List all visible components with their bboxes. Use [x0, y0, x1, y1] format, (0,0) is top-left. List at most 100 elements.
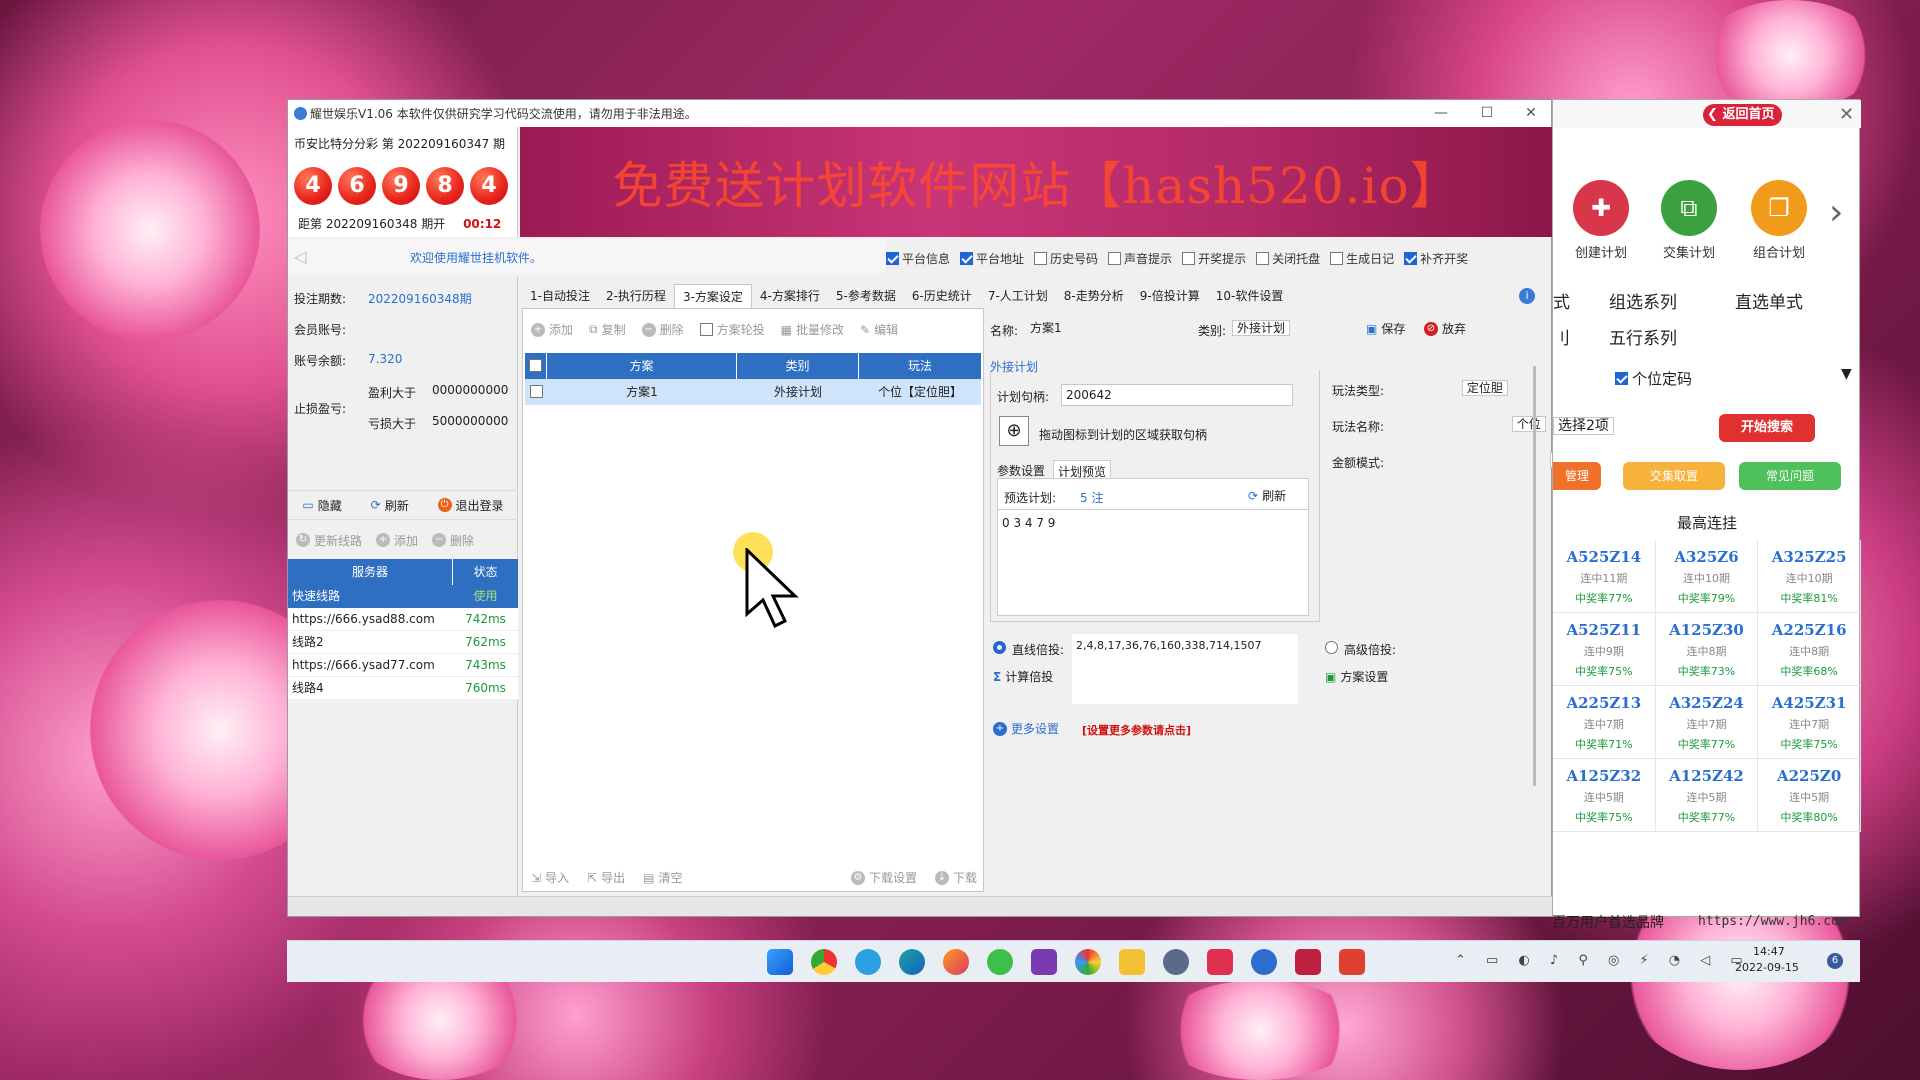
table-row[interactable]: 线路2 762ms — [288, 631, 518, 654]
menu-item[interactable]: 组选系列 — [1609, 288, 1677, 313]
checkbox[interactable] — [1034, 251, 1048, 265]
digit-toggle[interactable]: 个位定码 — [1615, 368, 1692, 389]
side-close-icon[interactable]: ✕ — [1839, 104, 1854, 125]
advanced-radio[interactable] — [1325, 641, 1338, 654]
toggle-sound[interactable]: 声音提示 — [1108, 247, 1172, 269]
list-item[interactable]: A325Z25 连中10期 中奖率81% — [1758, 540, 1861, 613]
handle-input[interactable]: 200642 — [1061, 384, 1293, 406]
delete-line-button[interactable]: − 删除 — [432, 532, 474, 549]
preview-textarea[interactable]: 0 3 4 7 9 — [998, 509, 1308, 615]
add-line-button[interactable]: + 添加 — [376, 532, 418, 549]
download-button[interactable]: ↓ 下载 — [934, 869, 977, 886]
table-row[interactable]: https://666.ysad88.com 742ms — [288, 608, 518, 631]
menu-item[interactable]: 刂 — [1553, 324, 1570, 349]
clock-date[interactable]: 2022-09-15 — [1735, 961, 1799, 974]
discard-button[interactable]: ⊘ 放弃 — [1424, 320, 1466, 337]
add-plan-button[interactable]: + 添加 — [531, 321, 573, 338]
list-item[interactable]: A525Z11 连中9期 中奖率75% — [1553, 613, 1656, 686]
notification-badge[interactable]: 6 — [1827, 953, 1843, 969]
folder-icon[interactable] — [1119, 949, 1145, 975]
tab-params[interactable]: 参数设置 — [997, 462, 1045, 479]
more-settings-button[interactable]: + 更多设置 — [993, 720, 1059, 737]
preview-refresh-button[interactable]: ⟳ 刷新 — [1248, 487, 1286, 504]
select-all-cell[interactable] — [525, 353, 547, 379]
chrome-icon[interactable] — [811, 949, 837, 975]
checkbox[interactable] — [960, 251, 974, 265]
toggle-platform-address[interactable]: 平台地址 — [960, 247, 1024, 269]
import-button[interactable]: ⇲ 导入 — [531, 869, 569, 886]
combine-plan-button[interactable]: ❐ 组合计划 — [1739, 180, 1819, 261]
clock-time[interactable]: 14:47 — [1753, 945, 1785, 958]
checkbox[interactable] — [1615, 372, 1628, 385]
manage-button[interactable]: 管理 — [1553, 462, 1601, 490]
back-home-button[interactable]: ❮ 返回首页 — [1703, 104, 1783, 126]
toggle-close-tray[interactable]: 关闭托盘 — [1256, 247, 1320, 269]
table-row[interactable]: https://666.ysad77.com 743ms — [288, 654, 518, 677]
menu-item[interactable]: 直选单式 — [1735, 288, 1803, 313]
intersect-plan-button[interactable]: ⧉ 交集计划 — [1649, 180, 1729, 261]
edge-icon[interactable] — [899, 949, 925, 975]
name-input[interactable]: 方案1 — [1026, 318, 1172, 340]
table-row[interactable]: 线路4 760ms — [288, 677, 518, 700]
tab-manual-plan[interactable]: 7-人工计划 — [980, 284, 1056, 308]
list-item[interactable]: A125Z30 连中8期 中奖率73% — [1655, 613, 1759, 686]
browser-icon[interactable] — [1075, 949, 1101, 975]
more-settings-hint[interactable]: [设置更多参数请点击] — [1082, 722, 1191, 738]
globe-icon[interactable] — [1163, 949, 1189, 975]
clear-button[interactable]: ▤ 清空 — [643, 869, 682, 886]
checkbox[interactable] — [1108, 251, 1122, 265]
toggle-platform-info[interactable]: 平台信息 — [886, 247, 950, 269]
promo-banner[interactable]: 免费送计划软件网站【hash520.io】 — [520, 127, 1553, 237]
wechat-icon[interactable] — [987, 949, 1013, 975]
delete-plan-button[interactable]: − 删除 — [641, 321, 684, 338]
toggle-history-numbers[interactable]: 历史号码 — [1034, 247, 1098, 269]
tab-multiplier[interactable]: 9-倍投计算 — [1132, 284, 1208, 308]
menu-item[interactable]: 式 — [1553, 288, 1570, 313]
toggle-draw-alert[interactable]: 开奖提示 — [1182, 247, 1246, 269]
info-icon[interactable]: i — [1519, 288, 1535, 304]
table-row[interactable]: 方案1 外接计划 个位【定位胆】 — [525, 379, 981, 405]
checkbox[interactable] — [1404, 251, 1418, 265]
onenote-icon[interactable] — [1031, 949, 1057, 975]
tab-plan-ranking[interactable]: 4-方案排行 — [752, 284, 828, 308]
start-icon[interactable] — [767, 949, 793, 975]
list-item[interactable]: A225Z0 连中5期 中奖率80% — [1758, 759, 1861, 832]
tab-trend[interactable]: 8-走势分析 — [1056, 284, 1132, 308]
list-item[interactable]: A225Z16 连中8期 中奖率68% — [1758, 613, 1861, 686]
type-select[interactable]: 外接计划 — [1232, 320, 1291, 336]
refresh-button[interactable]: ⟳ 刷新 — [371, 497, 409, 514]
copy-plan-button[interactable]: ⧉ 复制 — [589, 321, 626, 338]
tab-history[interactable]: 2-执行历程 — [598, 284, 674, 308]
profit-input[interactable]: 00000000000 — [428, 380, 508, 402]
detail-scrollbar[interactable] — [1533, 366, 1536, 786]
loss-input[interactable]: 50000000000 — [428, 411, 508, 433]
close-button[interactable]: ✕ — [1508, 100, 1554, 127]
checkbox[interactable] — [1330, 251, 1344, 265]
list-item[interactable]: A125Z42 连中5期 中奖率77% — [1655, 759, 1759, 832]
list-item[interactable]: A425Z31 连中7期 中奖率75% — [1758, 686, 1861, 759]
menu-item[interactable]: 五行系列 — [1609, 324, 1677, 349]
maximize-button[interactable]: ☐ — [1464, 100, 1510, 127]
minimize-button[interactable]: — — [1418, 100, 1464, 127]
scheme-settings-button[interactable]: ▣ 方案设置 — [1325, 668, 1388, 685]
list-item[interactable]: A325Z24 连中7期 中奖率77% — [1655, 686, 1759, 759]
tab-reference[interactable]: 5-参考数据 — [828, 284, 904, 308]
logout-button[interactable]: ⏻ 退出登录 — [437, 497, 504, 514]
footer-url[interactable]: https://www.jh6.com — [1698, 914, 1847, 929]
chevron-right-icon[interactable]: › — [1829, 192, 1843, 233]
app-c2-icon[interactable] — [1339, 949, 1365, 975]
hide-button[interactable]: ▭ 隐藏 — [302, 497, 341, 514]
crosshair-icon[interactable]: ⊕ — [999, 416, 1029, 446]
linear-textarea[interactable]: 2,4,8,17,36,76,160,338,714,1507 — [1072, 634, 1298, 704]
checkbox[interactable] — [1182, 251, 1196, 265]
batch-edit-button[interactable]: ▦ 批量修改 — [781, 321, 844, 338]
start-search-button[interactable]: 开始搜索 — [1719, 414, 1815, 442]
firefox-icon[interactable] — [943, 949, 969, 975]
app-icon[interactable] — [1207, 949, 1233, 975]
toggle-fill-draws[interactable]: 补齐开奖 — [1404, 247, 1468, 269]
chevron-down-icon[interactable]: ▼ — [1841, 366, 1852, 382]
list-item[interactable]: A325Z6 连中10期 中奖率79% — [1655, 540, 1759, 613]
list-item[interactable]: A225Z13 连中7期 中奖率71% — [1553, 686, 1656, 759]
table-row[interactable]: 快速线路 使用 — [288, 585, 518, 608]
tab-statistics[interactable]: 6-历史统计 — [904, 284, 980, 308]
